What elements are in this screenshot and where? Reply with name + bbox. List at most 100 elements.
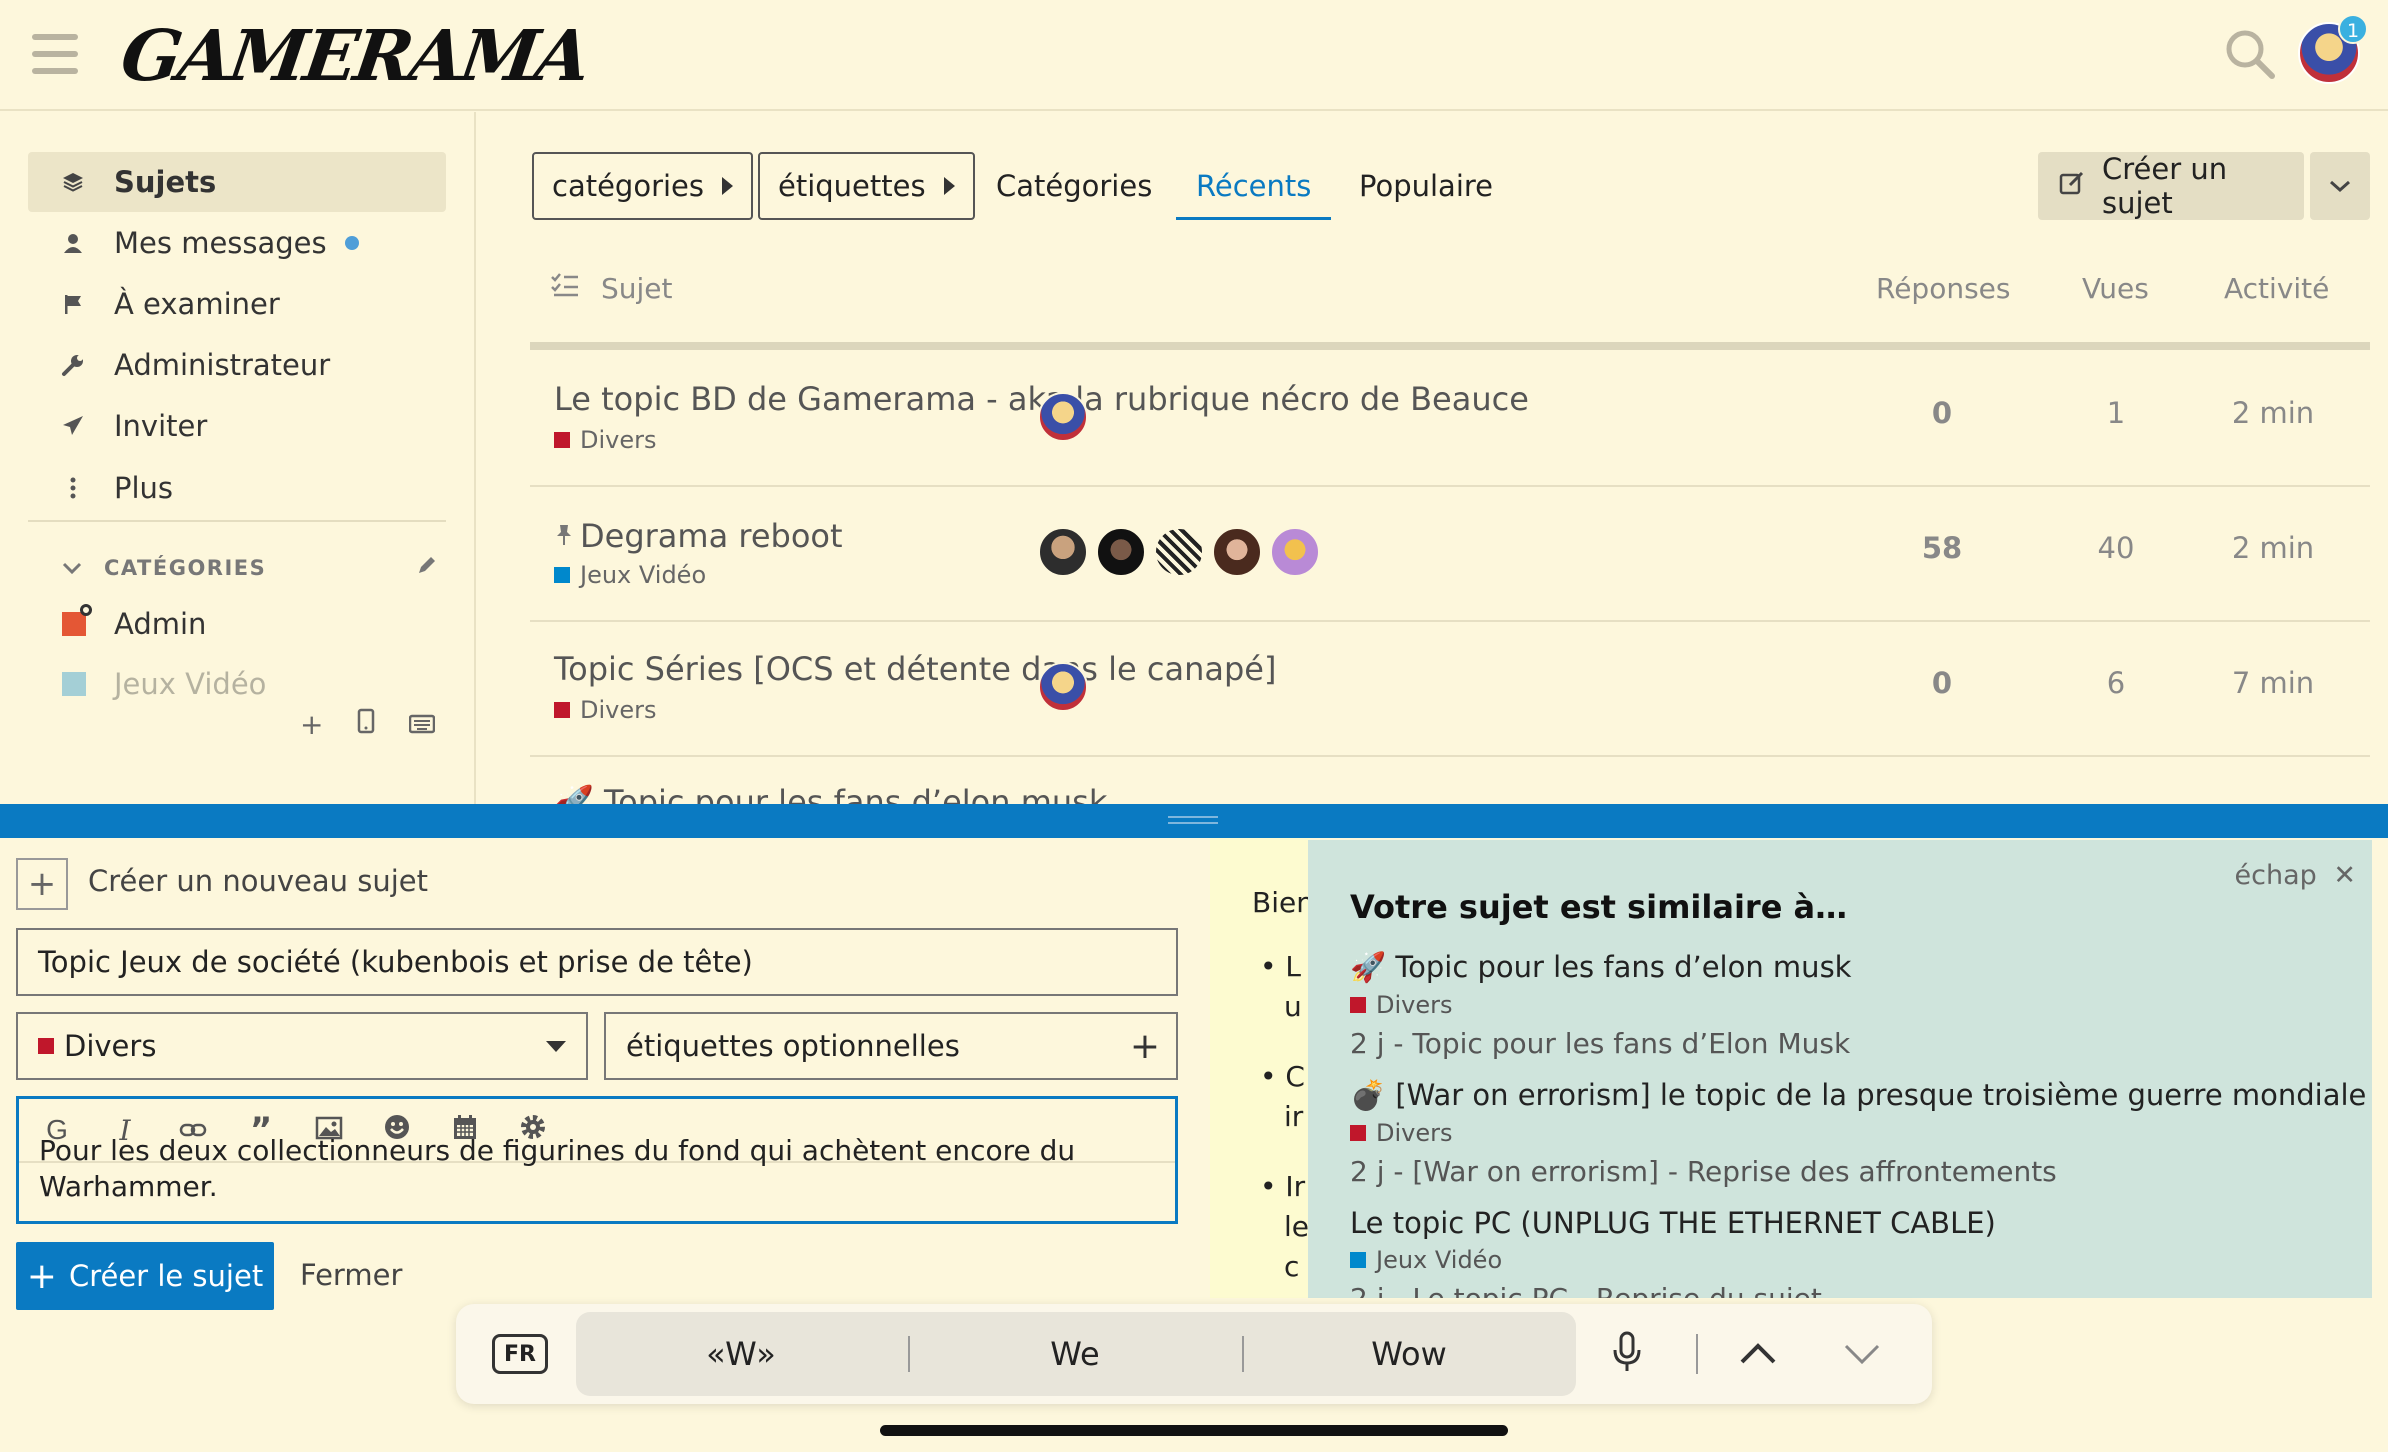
column-header-topic[interactable]: Sujet — [601, 272, 673, 305]
poster-avatar[interactable] — [1212, 527, 1262, 577]
keyboard-icon[interactable] — [409, 708, 436, 741]
column-header-replies[interactable]: Réponses — [1876, 272, 2010, 305]
poster-avatar[interactable] — [1038, 527, 1088, 577]
topic-activity[interactable]: 2 min — [2193, 531, 2353, 565]
topic-category-badge[interactable]: Divers — [554, 426, 657, 454]
composer-actions-button[interactable]: + — [16, 858, 68, 910]
keyboard-language-button[interactable]: FR — [492, 1334, 548, 1374]
topic-activity[interactable]: 7 min — [2193, 666, 2353, 700]
suggestion-2[interactable]: We — [910, 1312, 1240, 1396]
plus-icon[interactable]: + — [300, 708, 323, 741]
similar-topic-category[interactable]: Jeux Vidéo — [1350, 1246, 2350, 1274]
topic-title-link[interactable]: Degrama reboot — [554, 517, 843, 555]
topic-category-label: Jeux Vidéo — [580, 561, 707, 589]
microphone-icon[interactable] — [1610, 1330, 1644, 1383]
topic-replies: 0 — [1931, 396, 1953, 430]
close-composer-link[interactable]: Fermer — [300, 1258, 402, 1292]
similar-topic-category[interactable]: Divers — [1350, 991, 2350, 1019]
chevron-down-icon[interactable] — [1842, 1328, 1882, 1378]
topic-posters — [1038, 527, 1320, 577]
similar-topic-excerpt: 2 j - Topic pour les fans d’Elon Musk — [1350, 1027, 1851, 1060]
composer-preview: Bien • L u • C ir • Ir le c — [1210, 838, 1310, 1298]
topic-title-link[interactable]: Topic Séries [OCS et détente dans le can… — [554, 650, 1276, 688]
caret-right-icon — [943, 177, 955, 195]
composer-editor[interactable]: G I ” Pour les deux collectionneurs de f… — [16, 1096, 1178, 1224]
tab-populaire[interactable]: Populaire — [1359, 152, 1493, 220]
sidebar-category-jeux-video[interactable]: Jeux Vidéo — [28, 654, 446, 714]
similar-topic-category[interactable]: Divers — [1350, 1119, 2350, 1147]
sidebar-divider — [28, 520, 446, 522]
chevron-up-icon[interactable] — [1738, 1328, 1778, 1378]
similar-topic-link[interactable]: 💣 [War on errorism] le topic de la presq… — [1350, 1078, 2366, 1113]
table-row[interactable]: Topic Séries [OCS et détente dans le can… — [530, 622, 2370, 757]
category-square-icon — [554, 702, 570, 718]
poster-avatar[interactable] — [1154, 527, 1204, 577]
similar-topic[interactable]: 💣 [War on errorism] le topic de la presq… — [1350, 1078, 2366, 1188]
pencil-icon[interactable] — [416, 554, 438, 582]
bulk-select-icon[interactable] — [550, 272, 580, 305]
categories-heading: CATÉGORIES — [104, 556, 267, 580]
categories-section-header[interactable]: CATÉGORIES — [28, 548, 446, 588]
table-row[interactable]: Degrama reboot Jeux Vidéo 58 40 2 min — [530, 487, 2370, 622]
user-avatar[interactable]: 1 — [2298, 14, 2368, 86]
similar-topic-link[interactable]: Le topic PC (UNPLUG THE ETHERNET CABLE) — [1350, 1206, 2350, 1240]
plus-icon[interactable]: + — [1130, 1026, 1160, 1067]
sidebar-item-admin[interactable]: Administrateur — [28, 335, 446, 395]
poster-avatar[interactable] — [1270, 527, 1320, 577]
sidebar-item-label: Inviter — [114, 409, 208, 443]
dismiss-similar-button[interactable]: échap ✕ — [2235, 860, 2356, 891]
sidebar-item-review[interactable]: À examiner — [28, 274, 446, 334]
tags-input[interactable]: étiquettes optionnelles + — [604, 1012, 1178, 1080]
topic-title-input[interactable]: Topic Jeux de société (kubenbois et pris… — [16, 928, 1178, 996]
composer-resize-handle[interactable] — [0, 804, 2388, 838]
category-square-icon — [62, 672, 86, 696]
similar-topic[interactable]: Le topic PC (UNPLUG THE ETHERNET CABLE) … — [1350, 1206, 2350, 1298]
category-select[interactable]: Divers — [16, 1012, 588, 1080]
tags-filter-dropdown[interactable]: étiquettes — [758, 152, 975, 220]
wrench-icon — [58, 353, 88, 377]
sidebar-item-invite[interactable]: Inviter — [28, 396, 446, 456]
create-topic-options-button[interactable] — [2310, 152, 2370, 220]
sidebar-item-messages[interactable]: Mes messages — [28, 213, 446, 273]
sidebar-item-label: Plus — [114, 471, 174, 505]
tab-categories[interactable]: Catégories — [996, 152, 1152, 220]
category-square-icon — [554, 432, 570, 448]
notification-badge: 1 — [2338, 14, 2368, 44]
create-topic-button[interactable]: Créer un sujet — [2038, 152, 2304, 220]
sidebar-item-sujets[interactable]: Sujets — [28, 152, 446, 212]
preview-text: u — [1284, 990, 1302, 1023]
topic-title-link[interactable]: 🚀 Topic pour les fans d’elon musk — [554, 783, 1107, 804]
topic-category-label: Divers — [580, 696, 657, 724]
topic-category-badge[interactable]: Divers — [554, 696, 657, 724]
create-topic-submit-button[interactable]: + Créer le sujet — [16, 1242, 274, 1310]
tab-recents[interactable]: Récents — [1176, 152, 1332, 220]
column-header-activity[interactable]: Activité — [2224, 272, 2329, 305]
suggestion-1[interactable]: «W» — [576, 1312, 906, 1396]
hamburger-icon[interactable] — [32, 34, 78, 74]
poster-avatar[interactable] — [1096, 527, 1146, 577]
similar-topic[interactable]: 🚀 Topic pour les fans d’elon musk Divers… — [1350, 950, 2350, 1060]
sidebar-category-admin[interactable]: Admin — [28, 594, 446, 654]
table-row[interactable]: 🚀 Topic pour les fans d’elon musk — [530, 757, 2370, 804]
sidebar-item-more[interactable]: Plus — [28, 458, 446, 518]
similar-topic-link[interactable]: 🚀 Topic pour les fans d’elon musk — [1350, 950, 2350, 985]
home-indicator[interactable] — [880, 1425, 1508, 1436]
sidebar-item-label: À examiner — [114, 287, 280, 321]
poster-avatar[interactable] — [1038, 662, 1088, 712]
column-header-views[interactable]: Vues — [2082, 272, 2149, 305]
editor-content[interactable]: Pour les deux collectionneurs de figurin… — [39, 1134, 1159, 1205]
topic-replies: 0 — [1931, 666, 1953, 700]
layers-icon — [58, 171, 88, 193]
categories-filter-dropdown[interactable]: catégories — [532, 152, 754, 220]
mobile-icon[interactable] — [357, 708, 375, 741]
tags-filter-label: étiquettes — [778, 169, 926, 203]
topic-replies: 58 — [1921, 531, 1963, 565]
topic-category-badge[interactable]: Jeux Vidéo — [554, 561, 706, 589]
topic-activity[interactable]: 2 min — [2193, 396, 2353, 430]
search-icon[interactable] — [2222, 26, 2278, 82]
category-square-icon — [554, 567, 570, 583]
poster-avatar[interactable] — [1038, 392, 1088, 442]
suggestion-3[interactable]: Wow — [1244, 1312, 1574, 1396]
table-row[interactable]: Le topic BD de Gamerama - aka la rubriqu… — [530, 352, 2370, 487]
site-logo[interactable]: GAMERAMA — [115, 6, 593, 106]
